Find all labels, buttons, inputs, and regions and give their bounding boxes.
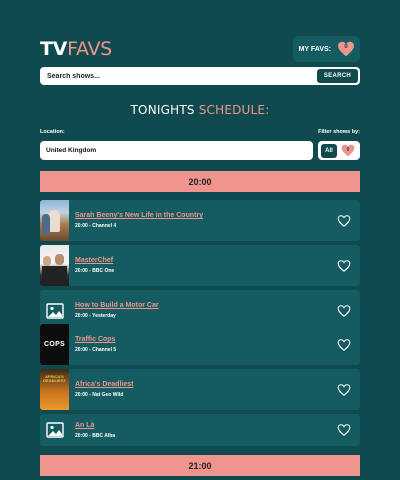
header: TVFAVS MY FAVS: 0	[40, 36, 360, 62]
schedule-title-part2: SCHEDULE:	[198, 103, 270, 117]
my-favs-count: 0	[344, 44, 348, 50]
heart-icon: 0	[337, 41, 355, 57]
filter-all-button[interactable]: All	[321, 143, 337, 158]
heart-outline-icon[interactable]	[337, 259, 351, 273]
thumbnail-text: COPS	[43, 341, 66, 348]
heart-outline-icon[interactable]	[337, 304, 351, 318]
show-thumbnail	[40, 245, 69, 286]
logo[interactable]: TVFAVS	[40, 38, 112, 60]
show-time-channel: 20:00 - BBC One	[75, 268, 115, 274]
show-title-link[interactable]: MasterChef	[75, 257, 337, 264]
show-title-link[interactable]: How to Build a Motor Car	[75, 302, 337, 309]
show-thumbnail	[40, 200, 69, 241]
image-placeholder-icon	[45, 302, 64, 319]
search-bar: SEARCH	[40, 67, 360, 85]
schedule-title: TONIGHTS SCHEDULE:	[0, 103, 400, 117]
show-thumbnail: AFRICA'S DEADLIEST	[40, 369, 69, 410]
location-label: Location:	[40, 129, 65, 135]
show-card: An Là 20:00 - BBC Alba	[40, 414, 360, 446]
show-time-channel: 20:00 - Channel 4	[75, 223, 117, 229]
image-placeholder-icon	[45, 422, 64, 438]
time-slot-header: 21:00	[40, 455, 360, 476]
show-info: Sarah Beeny's New Life in the Country 20…	[75, 212, 337, 229]
show-thumbnail	[40, 414, 69, 446]
show-time-channel: 20:00 - Nat Geo Wild	[75, 392, 124, 398]
time-slot-header: 20:00	[40, 171, 360, 192]
show-info: MasterChef 20:00 - BBC One	[75, 257, 337, 274]
show-card: Sarah Beeny's New Life in the Country 20…	[40, 200, 360, 241]
search-button[interactable]: SEARCH	[316, 69, 358, 83]
thumbnail-text: AFRICA'S DEADLIEST	[43, 374, 66, 383]
filter-toggle: All 0	[318, 141, 360, 160]
my-favs-label: MY FAVS:	[298, 45, 331, 53]
heart-outline-icon[interactable]	[337, 383, 351, 397]
show-time-channel: 20:00 - BBC Alba	[75, 432, 116, 439]
show-time-channel: 20:00 - Yesterday	[75, 313, 116, 319]
heart-outline-icon[interactable]	[337, 423, 351, 437]
show-title-link[interactable]: Africa's Deadliest	[75, 381, 337, 388]
show-card: MasterChef 20:00 - BBC One	[40, 245, 360, 286]
heart-outline-icon[interactable]	[337, 338, 351, 352]
filter-favs-count: 0	[346, 146, 350, 153]
logo-favs: FAVS	[67, 38, 112, 60]
logo-tv: TV	[40, 38, 68, 60]
location-select[interactable]: United Kingdom	[40, 141, 313, 160]
show-title-link[interactable]: Traffic Cops	[75, 336, 337, 343]
my-favs-button[interactable]: MY FAVS: 0	[292, 36, 360, 62]
show-card: COPS Traffic Cops 20:00 - Channel 5	[40, 324, 360, 365]
show-info: Africa's Deadliest 20:00 - Nat Geo Wild	[75, 381, 337, 398]
show-info: An Là 20:00 - BBC Alba	[75, 422, 337, 439]
filter-favs-button[interactable]: 0	[341, 144, 355, 157]
search-input[interactable]	[42, 69, 317, 83]
show-card: AFRICA'S DEADLIEST Africa's Deadliest 20…	[40, 369, 360, 410]
show-title-link[interactable]: Sarah Beeny's New Life in the Country	[75, 212, 337, 219]
show-info: How to Build a Motor Car 20:00 - Yesterd…	[75, 302, 337, 319]
show-info: Traffic Cops 20:00 - Channel 5	[75, 336, 337, 353]
show-title-link[interactable]: An Là	[75, 422, 337, 429]
filter-label: Filter shows by:	[318, 129, 360, 135]
schedule-title-part1: TONIGHTS	[130, 103, 199, 117]
show-thumbnail: COPS	[40, 324, 69, 365]
show-time-channel: 20:00 - Channel 5	[75, 347, 117, 353]
heart-outline-icon[interactable]	[337, 214, 351, 228]
